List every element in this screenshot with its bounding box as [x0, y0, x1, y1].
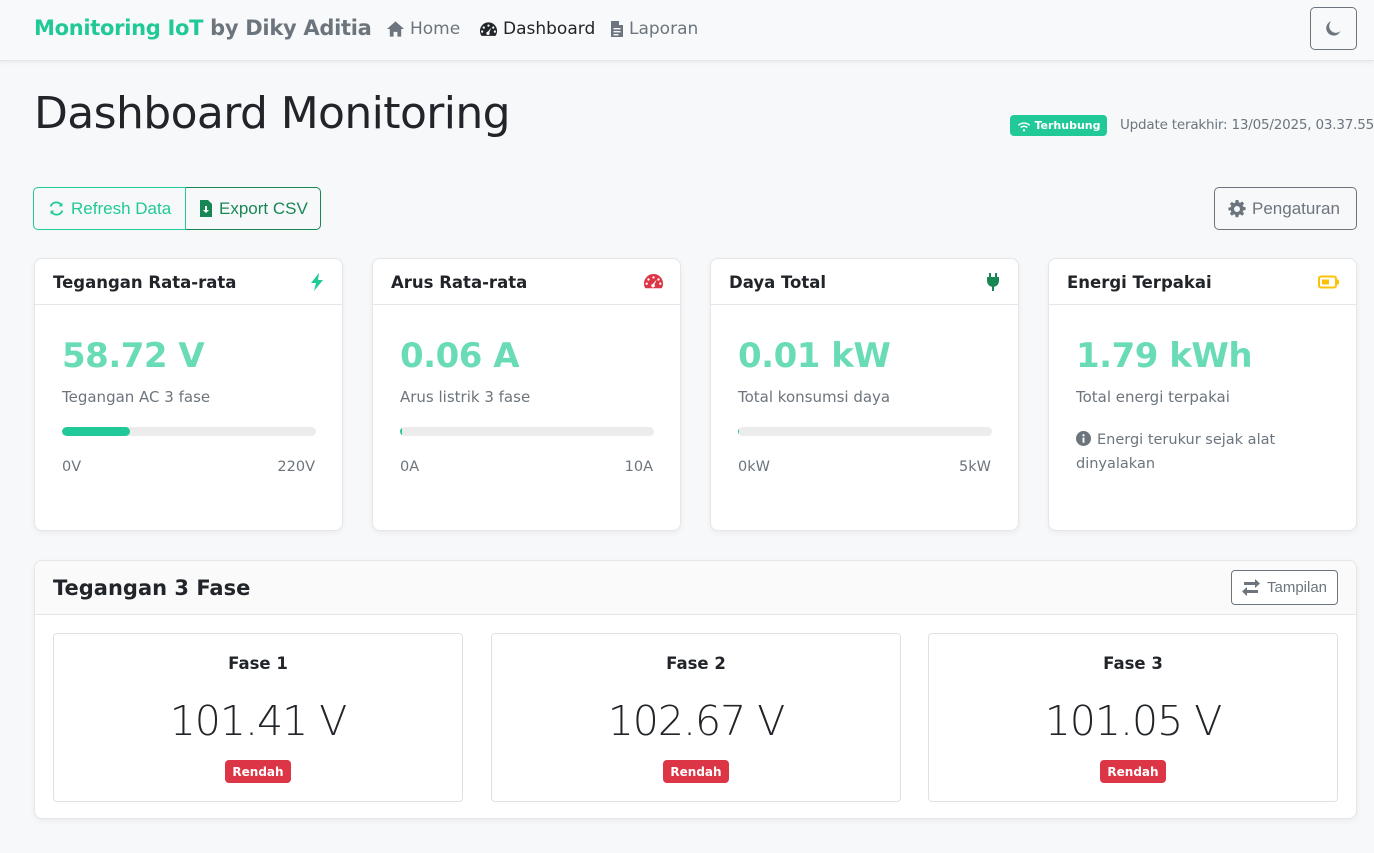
- phase-name: Fase 1: [228, 654, 288, 673]
- export-csv-button[interactable]: Export CSV: [186, 187, 321, 230]
- card-header: Energi Terpakai: [1049, 259, 1356, 305]
- current-progress-bar: [400, 427, 654, 436]
- power-description: Total konsumsi daya: [738, 388, 891, 406]
- data-action-group: Refresh Data Export CSV: [33, 187, 321, 230]
- bolt-icon: [311, 273, 323, 291]
- plug-icon: [987, 273, 999, 291]
- phase-voltage-panel: Tegangan 3 Fase Tampilan Fase 1 101.41 V…: [34, 560, 1357, 819]
- phase-3-box: Fase 3 101.05 V Rendah: [928, 633, 1338, 802]
- phase-panel-title: Tegangan 3 Fase: [53, 576, 251, 600]
- energy-used-card: Energi Terpakai 1.79 kWh Total energi te…: [1048, 258, 1357, 531]
- phase-panel-header: Tegangan 3 Fase Tampilan: [35, 561, 1356, 615]
- file-download-icon: [200, 200, 212, 217]
- power-range-min: 0kW: [738, 459, 770, 475]
- card-header: Daya Total: [711, 259, 1018, 305]
- energy-value: 1.79 kWh: [1076, 336, 1253, 376]
- voltage-description: Tegangan AC 3 fase: [62, 388, 211, 406]
- speedometer-icon: [643, 274, 664, 289]
- phase-name: Fase 3: [1103, 654, 1163, 673]
- voltage-value: 58.72 V: [62, 336, 205, 376]
- power-progress-bar: [738, 427, 992, 436]
- card-header: Arus Rata-rata: [373, 259, 680, 305]
- connection-status-badge: Terhubung: [1010, 115, 1107, 136]
- status-badge-label: Terhubung: [1034, 119, 1101, 132]
- phase-2-box: Fase 2 102.67 V Rendah: [491, 633, 901, 802]
- voltage-range-min: 0V: [62, 459, 82, 475]
- nav-laporan-label: Laporan: [629, 19, 699, 39]
- page-title: Dashboard Monitoring: [34, 88, 511, 139]
- energy-note: Energi terukur sejak alat dinyalakan: [1076, 428, 1332, 476]
- energy-description: Total energi terpakai: [1076, 388, 1230, 406]
- voltage-progress-bar: [62, 427, 316, 436]
- navbar: Monitoring IoT by Diky Aditia Home Dashb…: [0, 0, 1374, 61]
- battery-icon: [1318, 275, 1339, 289]
- voltage-range-max: 220V: [277, 459, 315, 475]
- nav-laporan[interactable]: Laporan: [610, 19, 698, 39]
- voltage-progress-fill: [62, 427, 130, 436]
- info-circle-icon: [1076, 431, 1091, 446]
- refresh-icon: [49, 201, 64, 216]
- phase-1-box: Fase 1 101.41 V Rendah: [53, 633, 463, 802]
- card-title: Arus Rata-rata: [391, 273, 528, 292]
- phase-status-badge: Rendah: [663, 760, 729, 783]
- current-range-max: 10A: [624, 459, 653, 475]
- export-csv-label: Export CSV: [219, 198, 308, 218]
- card-title: Daya Total: [729, 273, 827, 292]
- card-header: Tegangan Rata-rata: [35, 259, 342, 305]
- phase-status-badge: Rendah: [225, 760, 291, 783]
- phase-status-badge: Rendah: [1100, 760, 1166, 783]
- card-title: Energi Terpakai: [1067, 273, 1212, 292]
- last-update-text: Update terakhir: 13/05/2025, 03.37.55: [1120, 117, 1374, 133]
- phase-voltage-value: 101.05 V: [1044, 697, 1223, 745]
- gear-icon: [1228, 199, 1246, 217]
- toggle-view-label: Tampilan: [1266, 579, 1328, 596]
- brand-secondary: by Diky Aditia: [210, 16, 372, 40]
- wifi-icon: [1017, 121, 1030, 132]
- refresh-data-label: Refresh Data: [71, 198, 172, 218]
- nav-home[interactable]: Home: [386, 19, 460, 39]
- voltage-average-card: Tegangan Rata-rata 58.72 V Tegangan AC 3…: [34, 258, 343, 531]
- current-progress-fill: [400, 427, 402, 436]
- phase-voltage-value: 102.67 V: [607, 697, 786, 745]
- current-description: Arus listrik 3 fase: [400, 388, 531, 406]
- power-total-card: Daya Total 0.01 kW Total konsumsi daya 0…: [710, 258, 1019, 531]
- document-icon: [611, 21, 623, 37]
- power-range-max: 5kW: [959, 459, 991, 475]
- phase-name: Fase 2: [666, 654, 726, 673]
- nav-dashboard[interactable]: Dashboard: [479, 19, 595, 39]
- nav-dashboard-label: Dashboard: [503, 19, 596, 39]
- brand-logo[interactable]: Monitoring IoT by Diky Aditia: [34, 16, 372, 40]
- card-title: Tegangan Rata-rata: [53, 273, 237, 292]
- moon-icon: [1326, 21, 1341, 36]
- power-value: 0.01 kW: [738, 336, 891, 376]
- nav-home-label: Home: [410, 19, 461, 39]
- energy-note-text: Energi terukur sejak alat dinyalakan: [1076, 432, 1276, 472]
- current-range-min: 0A: [400, 459, 420, 475]
- settings-label: Pengaturan: [1252, 198, 1340, 218]
- home-icon: [386, 21, 405, 37]
- power-progress-fill: [738, 427, 739, 436]
- phase-voltage-value: 101.41 V: [169, 697, 348, 745]
- refresh-data-button[interactable]: Refresh Data: [33, 187, 186, 230]
- dashboard-gauge-icon: [479, 22, 498, 36]
- brand-primary: Monitoring IoT: [34, 16, 204, 40]
- toggle-view-button[interactable]: Tampilan: [1231, 570, 1338, 605]
- swap-arrows-icon: [1241, 579, 1260, 596]
- current-average-card: Arus Rata-rata 0.06 A Arus listrik 3 fas…: [372, 258, 681, 531]
- current-value: 0.06 A: [400, 336, 520, 376]
- settings-button[interactable]: Pengaturan: [1214, 187, 1357, 230]
- theme-toggle-button[interactable]: [1310, 7, 1357, 50]
